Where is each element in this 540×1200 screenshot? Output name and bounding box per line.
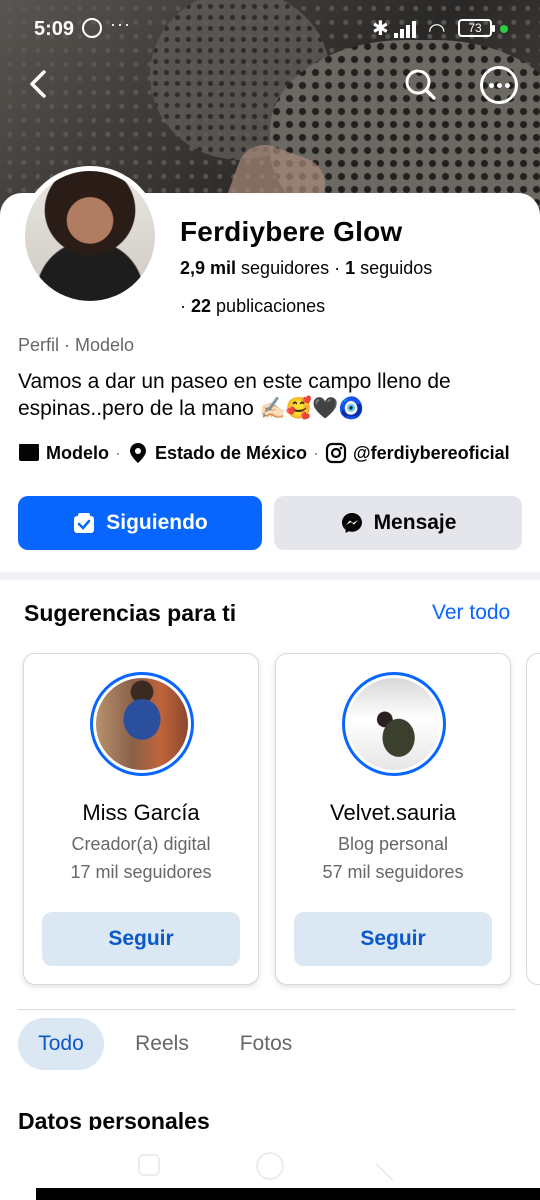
suggestion-avatar-image [348, 678, 440, 770]
posts-label: publicaciones [216, 296, 326, 316]
more-dot-icon [489, 83, 494, 88]
privacy-indicator-icon [500, 25, 508, 33]
status-bar: 5:09 ··· ✱ ◠ 73 [0, 0, 540, 60]
suggestion-subtitle: Creador(a) digital [71, 834, 211, 854]
suggestion-name[interactable]: Miss García [24, 800, 258, 826]
signal-icon [394, 20, 420, 38]
followers-count[interactable]: 2,9 mil [180, 258, 236, 278]
following-button-label: Siguiendo [106, 511, 208, 534]
tab-photos[interactable]: Fotos [226, 1018, 306, 1070]
posts-line: · 22 publicaciones [180, 296, 325, 317]
location-pin-icon [130, 443, 146, 463]
suggestion-name[interactable]: Velvet.sauria [276, 800, 510, 826]
following-count[interactable]: 1 [345, 258, 355, 278]
detail-separator: · [313, 442, 320, 463]
suggestion-subtitle: Blog personal [337, 834, 449, 854]
stats-line: 2,9 mil seguidores · 1 seguidos [180, 258, 432, 279]
more-options-button[interactable] [480, 66, 518, 104]
more-dot-icon [497, 83, 502, 88]
recent-apps-icon[interactable] [138, 1154, 160, 1176]
home-icon[interactable] [256, 1152, 284, 1180]
message-button[interactable]: Mensaje [274, 496, 522, 550]
following-check-icon [74, 513, 95, 533]
suggestion-followers: 17 mil seguidores [70, 862, 212, 882]
posts-count: 22 [191, 296, 212, 316]
suggestion-card-partial[interactable] [526, 653, 540, 985]
suggestion-avatar[interactable] [90, 672, 194, 776]
search-button[interactable] [402, 66, 438, 102]
whatsapp-icon [82, 18, 102, 38]
back-button[interactable] [22, 66, 56, 102]
suggestion-avatar-image [96, 678, 188, 770]
messenger-icon [341, 513, 362, 533]
section-divider [0, 572, 540, 580]
tab-reels[interactable]: Reels [124, 1018, 200, 1070]
message-button-label: Mensaje [373, 511, 457, 534]
more-notifications-icon: ··· [110, 14, 131, 34]
see-all-link[interactable]: Ver todo [432, 601, 510, 625]
search-icon [405, 69, 436, 100]
following-button[interactable]: Siguiendo [18, 496, 262, 550]
back-nav-icon[interactable] [375, 1147, 409, 1181]
suggestion-avatar[interactable] [342, 672, 446, 776]
suggestion-card[interactable]: Miss García Creador(a) digital 17 mil se… [23, 653, 259, 985]
tabs-divider [18, 1009, 516, 1010]
follow-button[interactable]: Seguir [42, 912, 240, 966]
suggestion-followers: 57 mil seguidores [322, 862, 464, 882]
tab-all[interactable]: Todo [18, 1018, 104, 1070]
suggestions-title: Sugerencias para ti [24, 600, 237, 626]
stats-separator: · [334, 258, 346, 278]
bottom-edge [36, 1188, 540, 1200]
bluetooth-icon: ✱ [372, 18, 389, 40]
profile-category: Perfil · Modelo [18, 335, 135, 355]
status-time: 5:09 [34, 18, 75, 40]
followers-label[interactable]: seguidores [241, 258, 329, 278]
following-label[interactable]: seguidos [360, 258, 432, 278]
personal-data-heading: Datos personales [18, 1108, 210, 1130]
instagram-icon [325, 442, 347, 464]
detail-job: Modelo [46, 442, 109, 463]
detail-separator: · [115, 442, 121, 463]
profile-details: Modelo · Estado de México · @ferdiybereo… [18, 440, 510, 466]
stats-separator: · [180, 296, 191, 316]
profile-name: Ferdiybere Glow [180, 216, 403, 247]
detail-instagram[interactable]: @ferdiybereoficial [353, 443, 510, 464]
battery-icon: 73 [458, 19, 495, 37]
follow-button[interactable]: Seguir [294, 912, 492, 966]
profile-bio: Vamos a dar un paseo en este campo lleno… [18, 370, 451, 420]
suggestion-card[interactable]: Velvet.sauria Blog personal 57 mil segui… [275, 653, 511, 985]
clapperboard-icon [19, 444, 39, 461]
wifi-icon: ◠ [428, 20, 446, 42]
detail-location: Estado de México [155, 442, 308, 463]
chevron-left-icon [30, 70, 46, 98]
profile-avatar[interactable] [20, 166, 160, 306]
more-dot-icon [505, 83, 510, 88]
